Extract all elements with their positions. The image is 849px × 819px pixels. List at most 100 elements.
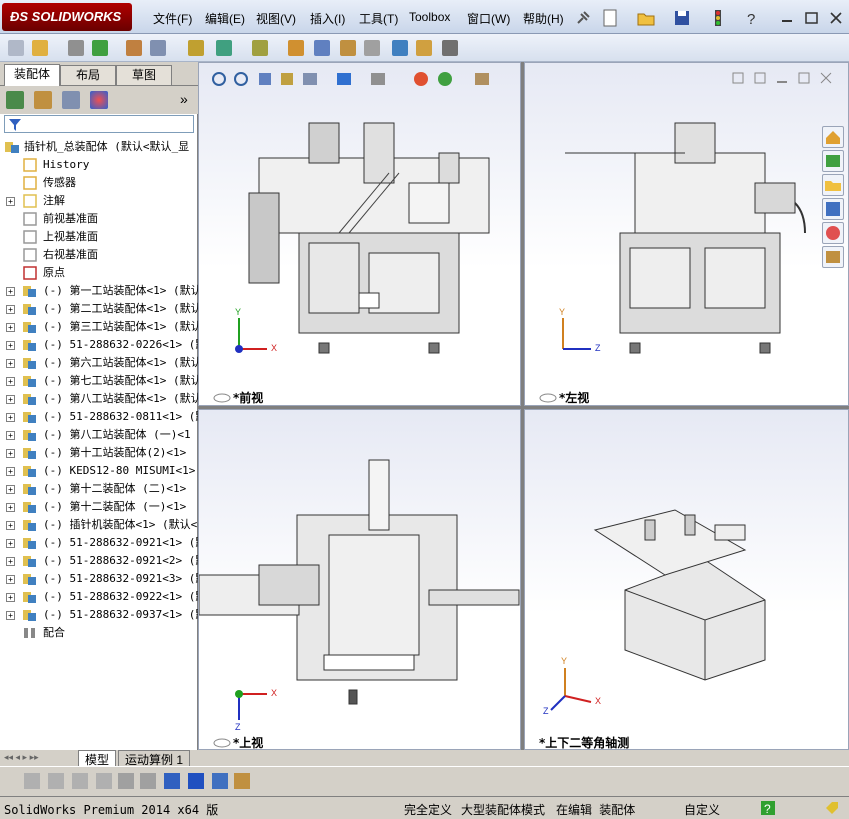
tab-assembly[interactable]: 装配体 [4, 64, 60, 86]
menu-edit[interactable]: 编辑(E) [205, 10, 245, 27]
expand-toggle-icon[interactable]: + [6, 431, 15, 440]
tag-icon[interactable] [824, 800, 840, 816]
expand-toggle-icon[interactable]: + [6, 287, 15, 296]
tree-item[interactable]: 传感器 [0, 174, 198, 192]
expand-toggle-icon[interactable]: + [6, 197, 15, 206]
tree-root[interactable]: 插针机_总装配体 (默认<默认_显 [0, 138, 198, 156]
tree-item[interactable]: + (-) 51-288632-0922<1> (默 [0, 588, 198, 606]
tab-sketch[interactable]: 草图 [116, 65, 172, 85]
menu-help[interactable]: 帮助(H) [523, 10, 564, 27]
tree-item[interactable]: + (-) 第十二装配体 (一)<1> [0, 498, 198, 516]
tree-item[interactable]: + (-) KEDS12-80 MISUMI<1> ( [0, 462, 198, 480]
tree-item[interactable]: 原点 [0, 264, 198, 282]
expand-toggle-icon[interactable]: + [6, 557, 15, 566]
menu-tools[interactable]: 工具(T) [359, 10, 398, 27]
tab-layout[interactable]: 布局 [60, 65, 116, 85]
tree-item-label: 上视基准面 [43, 230, 98, 243]
open-folder-icon[interactable] [636, 8, 655, 26]
tree-item[interactable]: + (-) 第八工站装配体<1> (默认 [0, 390, 198, 408]
save-icon[interactable] [672, 8, 690, 26]
view-palette-icon[interactable] [822, 198, 844, 220]
tree-item[interactable]: + (-) 51-288632-0921<3> (默 [0, 570, 198, 588]
expand-toggle-icon[interactable]: + [6, 521, 15, 530]
tree-item[interactable]: 上视基准面 [0, 228, 198, 246]
expand-toggle-icon[interactable]: + [6, 539, 15, 548]
tab-scroll-arrows[interactable]: ◂◂ ◂ ▸ ▸▸ [4, 752, 39, 763]
axis-triad-front [235, 318, 267, 353]
expand-toggle-icon[interactable]: + [6, 485, 15, 494]
viewport-front[interactable]: Y X *前视 [198, 62, 521, 406]
pin-icon[interactable] [574, 9, 592, 27]
menu-window[interactable]: 窗口(W) [467, 10, 510, 27]
custom-properties-icon[interactable] [822, 246, 844, 268]
menu-file[interactable]: 文件(F) [153, 10, 192, 27]
command-toolbar [0, 34, 849, 62]
tree-item[interactable]: 右视基准面 [0, 246, 198, 264]
expand-toggle-icon[interactable]: + [6, 341, 15, 350]
help-icon[interactable]: ? [742, 8, 760, 28]
viewport-left-label: *左视 [559, 391, 590, 405]
tree-item[interactable]: + 注解 [0, 192, 198, 210]
viewport-iso[interactable]: Y X Z *上下二等角轴测 [524, 409, 849, 750]
expand-toggle-icon[interactable]: + [6, 467, 15, 476]
menu-insert[interactable]: 插入(I) [310, 10, 345, 27]
tree-item[interactable]: + (-) 第三工站装配体<1> (默认 [0, 318, 198, 336]
view-link-icon [213, 393, 231, 403]
tree-item[interactable]: + (-) 51-288632-0226<1> (默 [0, 336, 198, 354]
tree-item[interactable]: + (-) 第七工站装配体<1> (默认 [0, 372, 198, 390]
tree-item[interactable]: 配合 [0, 624, 198, 642]
expand-toggle-icon[interactable]: + [6, 503, 15, 512]
new-document-icon[interactable] [600, 8, 618, 27]
tree-item[interactable]: + (-) 第十工站装配体(2)<1> [0, 444, 198, 462]
restore-icon[interactable] [802, 8, 820, 26]
tree-item[interactable]: History [0, 156, 198, 174]
file-explorer-icon[interactable] [822, 174, 844, 196]
tree-item-label: (-) 51-288632-0921<1> (默 [43, 536, 198, 549]
tree-item[interactable]: + (-) 第二工站装配体<1> (默认 [0, 300, 198, 318]
expand-toggle-icon[interactable]: + [6, 323, 15, 332]
minimize-icon[interactable] [778, 8, 796, 26]
help-icon[interactable]: ? [760, 800, 776, 816]
tree-item[interactable]: + (-) 51-288632-0811<1> (默 [0, 408, 198, 426]
viewport-splitter-horizontal[interactable] [198, 406, 849, 409]
expand-toggle-icon[interactable]: + [6, 377, 15, 386]
configuration-manager-icon[interactable] [62, 91, 80, 109]
expand-toggle-icon[interactable]: + [6, 359, 15, 368]
appearances-icon[interactable] [822, 222, 844, 244]
tree-item[interactable]: + (-) 51-288632-0921<1> (默 [0, 534, 198, 552]
assembly-tools-icons[interactable] [4, 34, 484, 62]
menu-view[interactable]: 视图(V) [256, 10, 296, 27]
property-manager-icon[interactable] [34, 91, 52, 109]
tree-item[interactable]: 前视基准面 [0, 210, 198, 228]
expand-toggle-icon[interactable]: + [6, 395, 15, 404]
tree-filter-input[interactable] [4, 115, 194, 133]
expand-toggle-icon[interactable]: + [6, 575, 15, 584]
collapse-panel-icon[interactable]: » [180, 91, 188, 107]
traffic-light-icon[interactable] [708, 8, 726, 26]
viewport-top[interactable]: X Z *上视 [198, 409, 521, 750]
display-manager-icon[interactable] [90, 91, 108, 109]
viewport-window-controls[interactable] [731, 71, 841, 87]
tree-item[interactable]: + (-) 插针机装配体<1> (默认< [0, 516, 198, 534]
expand-toggle-icon[interactable]: + [6, 413, 15, 422]
expand-toggle-icon[interactable]: + [6, 593, 15, 602]
menu-toolbox[interactable]: Toolbox [409, 10, 450, 24]
tree-item[interactable]: + (-) 第六工站装配体<1> (默认 [0, 354, 198, 372]
design-library-icon[interactable] [822, 150, 844, 172]
tree-item[interactable]: + (-) 51-288632-0921<2> (默 [0, 552, 198, 570]
tree-item[interactable]: + (-) 第一工站装配体<1> (默认 [0, 282, 198, 300]
close-icon[interactable] [826, 8, 844, 26]
heads-up-view-toolbar[interactable] [209, 69, 509, 89]
viewport-left[interactable]: Y Z *左视 [524, 62, 849, 406]
tree-item[interactable]: + (-) 第十二装配体 (二)<1> [0, 480, 198, 498]
expand-toggle-icon[interactable]: + [6, 305, 15, 314]
home-icon[interactable] [822, 126, 844, 148]
feature-tree-icon[interactable] [6, 91, 24, 109]
tree-item[interactable]: + (-) 第八工站装配体 (一)<1 [0, 426, 198, 444]
component-icon [23, 520, 36, 531]
bottom-toolbar-icons[interactable] [20, 768, 280, 796]
expand-toggle-icon[interactable]: + [6, 611, 15, 620]
status-custom[interactable]: 自定义 [684, 801, 720, 818]
expand-toggle-icon[interactable]: + [6, 449, 15, 458]
tree-item[interactable]: + (-) 51-288632-0937<1> (默 [0, 606, 198, 624]
